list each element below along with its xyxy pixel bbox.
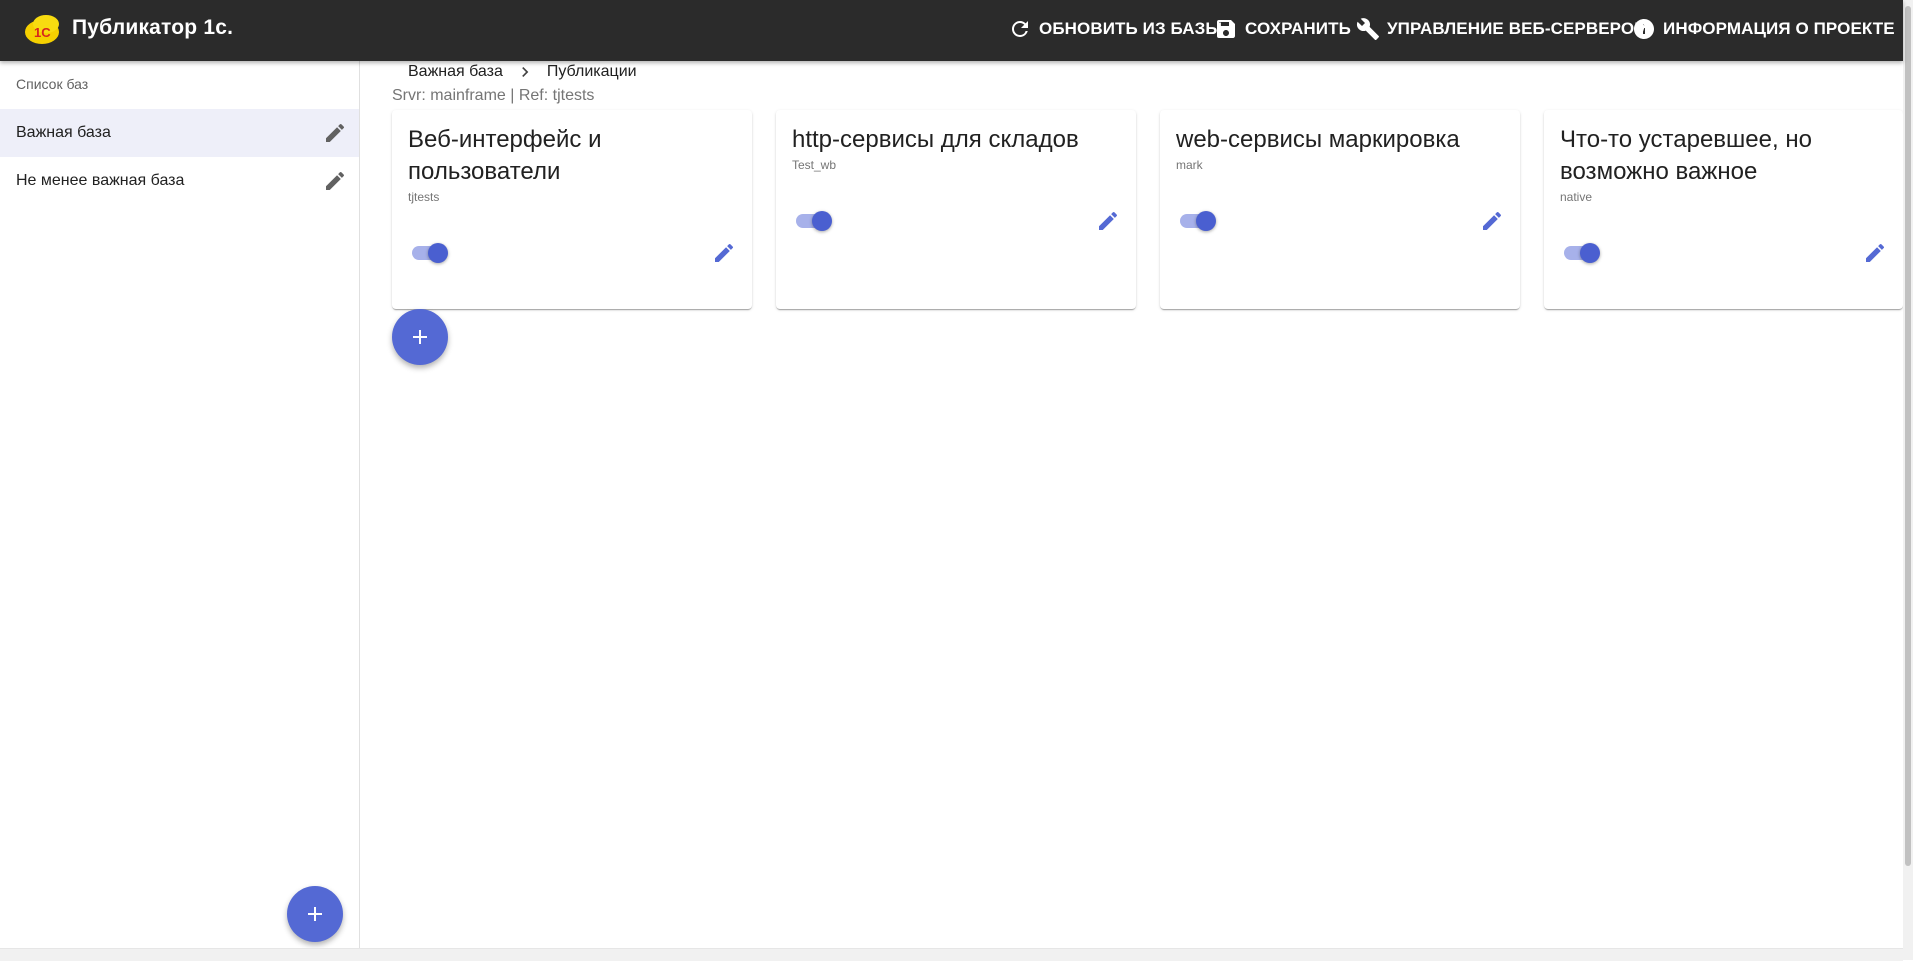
info-icon: [1634, 19, 1654, 39]
breadcrumb-item-publications: Публикации: [546, 63, 637, 80]
save-button[interactable]: СОХРАНИТЬ: [1214, 14, 1351, 44]
sidebar-item-db-2[interactable]: Не менее важная база: [0, 157, 359, 205]
publication-card: Веб-интерфейс и пользователи tjtests: [392, 110, 752, 309]
edit-icon[interactable]: [1863, 241, 1887, 265]
save-icon: [1217, 20, 1235, 38]
sidebar: Список баз Важная база Не менее важная б…: [0, 61, 360, 960]
sidebar-item-label: Не менее важная база: [16, 172, 185, 189]
server-info: Srvr: mainframe | Ref: tjtests: [392, 87, 595, 104]
sidebar-item-label: Важная база: [16, 124, 111, 141]
edit-icon[interactable]: [323, 121, 347, 145]
add-database-button[interactable]: [287, 886, 343, 942]
publication-name: native: [1560, 190, 1593, 204]
logo-icon: 1С: [24, 12, 62, 48]
add-publication-button[interactable]: [392, 309, 448, 365]
breadcrumb-item-database[interactable]: Важная база: [408, 63, 503, 81]
publication-name: tjtests: [408, 190, 440, 204]
sidebar-item-db-1[interactable]: Важная база: [0, 109, 359, 157]
publication-card: Что-то устаревшее, но возможно важное na…: [1544, 110, 1903, 309]
publication-title: web-сервисы маркировка: [1176, 126, 1460, 153]
plus-icon: [308, 907, 322, 921]
save-label: СОХРАНИТЬ: [1245, 19, 1351, 38]
webserver-management-label: УПРАВЛЕНИЕ ВЕБ-СЕРВЕРОМ: [1387, 19, 1649, 38]
edit-icon[interactable]: [1480, 209, 1504, 233]
wrench-icon: [1356, 18, 1379, 40]
edit-icon[interactable]: [712, 241, 736, 265]
refresh-icon: [1012, 21, 1028, 37]
horizontal-scrollbar[interactable]: [0, 948, 1903, 961]
publication-card: http-сервисы для складов Test_wb: [776, 110, 1136, 309]
publication-enabled-toggle[interactable]: [1562, 241, 1602, 265]
plus-icon: [413, 330, 427, 344]
publication-title: Что-то устаревшее, но возможно важное: [1560, 126, 1812, 185]
app-title: Публикатор 1с.: [72, 16, 234, 39]
publication-card: web-сервисы маркировка mark: [1160, 110, 1520, 309]
refresh-from-db-button[interactable]: ОБНОВИТЬ ИЗ БАЗЫ: [1008, 14, 1222, 44]
app-bar: 1С Публикатор 1с. ОБНОВИТЬ ИЗ БАЗЫ СОХРА…: [0, 0, 1903, 61]
edit-icon[interactable]: [323, 169, 347, 193]
vertical-scrollbar-thumb[interactable]: [1905, 6, 1911, 866]
publication-enabled-toggle[interactable]: [794, 209, 834, 233]
publication-name: mark: [1176, 158, 1203, 172]
chevron-right-icon: [515, 62, 535, 82]
refresh-from-db-label: ОБНОВИТЬ ИЗ БАЗЫ: [1039, 19, 1223, 38]
webserver-management-button[interactable]: УПРАВЛЕНИЕ ВЕБ-СЕРВЕРОМ: [1356, 14, 1648, 44]
publication-title: Веб-интерфейс и пользователи: [408, 126, 602, 185]
svg-text:1С: 1С: [34, 25, 51, 40]
project-info-button[interactable]: ИНФОРМАЦИЯ О ПРОЕКТЕ: [1632, 14, 1895, 44]
breadcrumb: Важная база Публикации: [408, 62, 637, 82]
publication-name: Test_wb: [792, 158, 837, 172]
project-info-label: ИНФОРМАЦИЯ О ПРОЕКТЕ: [1663, 19, 1895, 38]
edit-icon[interactable]: [1096, 209, 1120, 233]
publication-enabled-toggle[interactable]: [1178, 209, 1218, 233]
publication-title: http-сервисы для складов: [792, 126, 1079, 153]
publication-enabled-toggle[interactable]: [410, 241, 450, 265]
sidebar-header: Список баз: [16, 76, 89, 92]
